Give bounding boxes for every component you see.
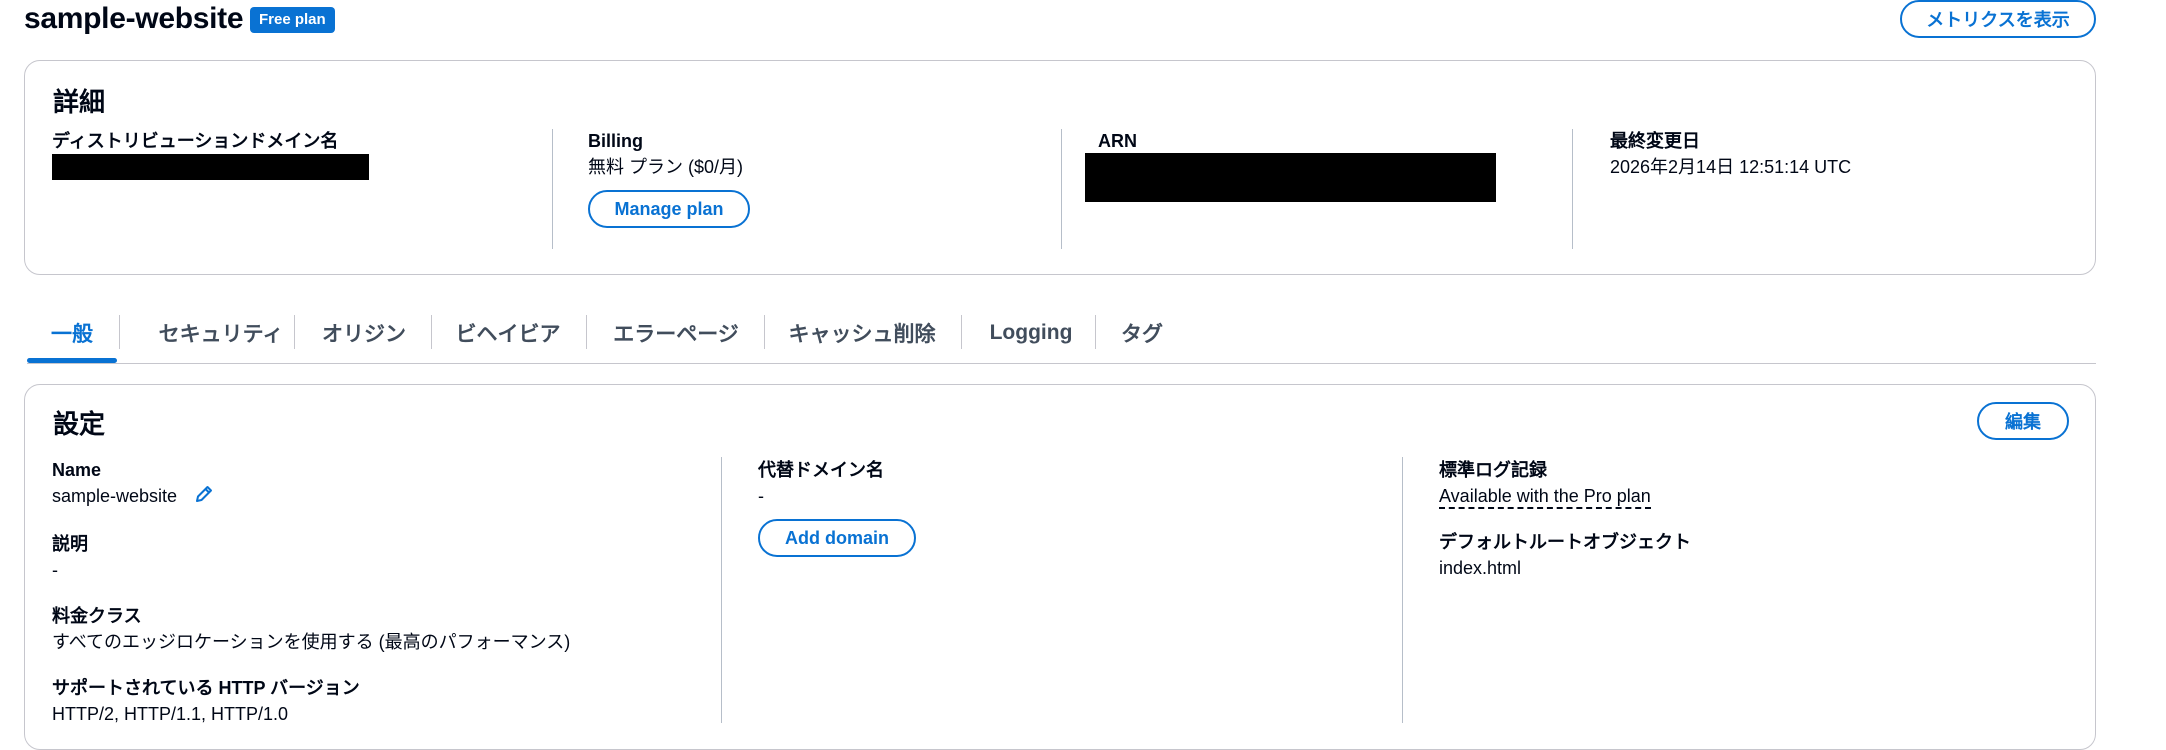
tab-invalidations[interactable]: キャッシュ削除 [766,305,958,361]
tab-general[interactable]: 一般 [27,305,117,363]
price-class-label: 料金クラス [52,606,142,627]
settings-divider-1 [721,457,722,723]
billing-label: Billing [588,131,643,151]
domain-name-field: ディストリビューションドメイン名 [52,129,338,153]
plan-badge: Free plan [250,7,335,33]
distribution-page: sample-website Free plan メトリクスを表示 詳細 ディス… [0,0,2166,750]
page-header: sample-website Free plan メトリクスを表示 [24,0,2096,40]
edit-button[interactable]: 編集 [1977,402,2069,440]
tab-separator [764,315,765,349]
standard-logging-value[interactable]: Available with the Pro plan [1439,484,1691,509]
tab-separator [294,315,295,349]
arn-redacted [1085,153,1496,202]
tab-logging-label: Logging [989,321,1073,344]
tab-origins[interactable]: オリジン [296,305,432,361]
tab-general-label: 一般 [51,323,93,346]
tab-security-label: セキュリティ [158,323,284,346]
manage-plan-button[interactable]: Manage plan [588,190,750,228]
alternate-domain-label: 代替ドメイン名 [758,460,884,480]
http-versions-label: サポートされている HTTP バージョン [52,678,360,699]
arn-label: ARN [1098,131,1137,151]
settings-divider-2 [1402,457,1403,723]
tab-security[interactable]: セキュリティ [121,305,321,361]
tab-behaviors[interactable]: ビヘイビア [433,305,583,361]
arn-field: ARN [1098,129,1137,153]
pencil-icon[interactable] [194,484,214,510]
tab-logging[interactable]: Logging [963,305,1099,361]
active-tab-indicator [27,358,117,363]
default-root-object-label: デフォルトルートオブジェクト [1439,532,1691,552]
tab-bar: 一般 セキュリティ オリジン ビヘイビア エラーページ キャッシュ削除 Logg… [27,305,2096,364]
name-value: sample-website [52,486,178,506]
standard-logging-label: 標準ログ記録 [1439,460,1547,480]
tab-origins-label: オリジン [322,323,406,346]
last-modified-value: 2026年2月14日 12:51:14 UTC [1610,157,1852,177]
http-versions-value: HTTP/2, HTTP/1.1, HTTP/1.0 [52,704,289,725]
details-divider-3 [1572,129,1573,249]
settings-panel: 設定 編集 Name sample-website 説明 - 料金クラス すべて… [24,384,2096,750]
settings-column-2: 代替ドメイン名 - [758,458,884,508]
tab-separator [1095,315,1096,349]
settings-column-3: 標準ログ記録 Available with the Pro plan デフォルト… [1439,458,1691,580]
tab-tags-label: タグ [1121,323,1163,346]
tab-separator [431,315,432,349]
tab-invalidations-label: キャッシュ削除 [788,323,936,346]
add-domain-button[interactable]: Add domain [758,519,916,557]
tab-separator [961,315,962,349]
tab-error-pages-label: エラーページ [613,323,739,346]
domain-name-label: ディストリビューションドメイン名 [52,131,339,151]
billing-value: 無料 プラン ($0/月) [588,157,744,177]
tab-behaviors-label: ビヘイビア [455,323,561,346]
name-label: Name [52,460,102,480]
last-modified-field: 最終変更日 2026年2月14日 12:51:14 UTC [1610,129,1851,179]
details-divider-2 [1061,129,1062,249]
alternate-domain-value: - [758,486,764,506]
default-root-object-value: index.html [1439,558,1522,578]
details-panel: 詳細 ディストリビューションドメイン名 Billing 無料 プラン ($0/月… [24,60,2096,275]
settings-column-1: Name sample-website 説明 - 料金クラス すべてのエッジロケ… [52,458,570,726]
tab-tags[interactable]: タグ [1097,305,1187,361]
tab-error-pages[interactable]: エラーページ [588,305,764,361]
last-modified-label: 最終変更日 [1610,131,1700,151]
tab-separator [586,315,587,349]
domain-name-redacted [52,154,369,180]
details-title: 詳細 [53,87,106,117]
billing-field: Billing 無料 プラン ($0/月) [588,129,743,179]
description-value: - [52,560,58,581]
page-title: sample-website [24,2,244,35]
view-metrics-button[interactable]: メトリクスを表示 [1900,0,2096,38]
tab-separator [119,315,120,349]
pro-plan-popover-trigger[interactable]: Available with the Pro plan [1439,486,1651,509]
price-class-value: すべてのエッジロケーションを使用する (最高のパフォーマンス) [52,632,571,653]
details-divider-1 [552,129,553,249]
description-label: 説明 [52,534,88,555]
name-field: sample-website [52,484,570,510]
settings-title: 設定 [53,409,106,439]
